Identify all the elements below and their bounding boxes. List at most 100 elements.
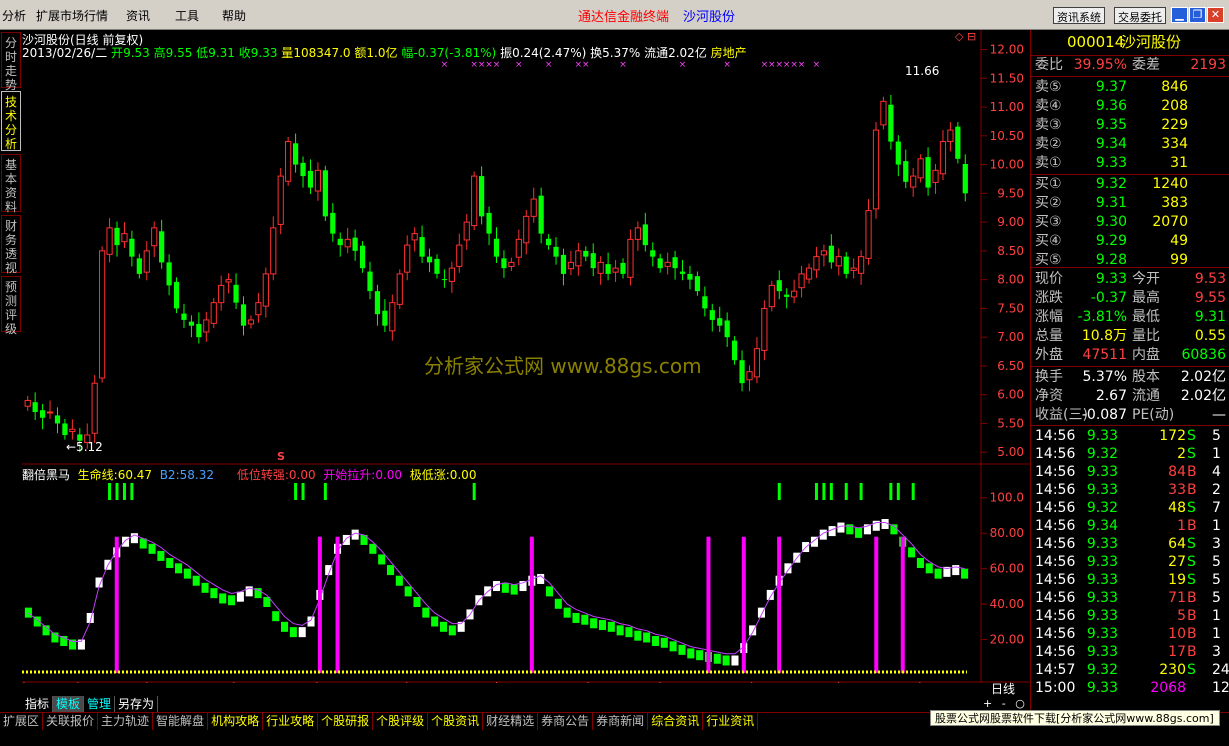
tick-price: 9.33 [1086,626,1118,642]
candle-body-down [493,238,500,257]
func-ext[interactable]: 扩展区 [0,713,44,730]
tab-forecast[interactable]: 预测评级 [1,276,21,336]
corner-icons[interactable]: ◇ ⊟ [955,30,976,43]
func-combined[interactable]: 综合资讯 [648,713,704,730]
candle-body-down [330,212,336,234]
book-row-buy[interactable]: 买② 9.31 383 [1031,194,1229,213]
turn-label: 换 [590,46,603,60]
func-broker-notice[interactable]: 券商公告 [538,713,594,730]
menu-analysis[interactable]: 分析 [2,7,26,24]
tick-time: 14:56 [1035,518,1076,534]
func-news[interactable]: 个股资讯 [428,713,484,730]
func-industry[interactable]: 行业攻略 [263,713,319,730]
book-level-label: 卖③ [1035,117,1062,133]
zoom-in-icon[interactable]: + [983,697,992,710]
book-volume: 846 [1161,79,1188,95]
func-related[interactable]: 关联报价 [43,713,99,730]
book-row-sell[interactable]: 卖③ 9.35 229 [1031,116,1229,135]
tab-intraday[interactable]: 分时走势 [1,32,21,92]
period-label[interactable]: 日线 [991,680,1015,697]
func-broker-news[interactable]: 券商新闻 [593,713,649,730]
book-level-label: 卖④ [1035,98,1062,114]
chart-area[interactable]: 12.00 11.50 11.00 10.50 10.00 9.50 9.00 8.50 8.0… [22,30,1029,710]
close-icon[interactable]: ✕ [1207,7,1224,23]
lifeline-block [572,612,580,623]
stat-label: 涨跌 [1035,290,1063,306]
zoom-out-icon[interactable]: - [1002,697,1006,710]
candle-body-up [143,250,150,273]
price-tick-label: 6.00 [997,388,1024,402]
tab-indicator[interactable]: 指标 [22,696,54,712]
stat-row: 涨幅 -3.81% 最低 9.31 [1031,308,1229,327]
book-row-sell[interactable]: 卖② 9.34 334 [1031,135,1229,154]
book-row-sell[interactable]: 卖① 9.33 31 [1031,154,1229,173]
info-system-button[interactable]: 资讯系统 [1053,7,1105,24]
menu-ext-market[interactable]: 扩展市场行情 [36,7,108,24]
high-label: 高 [153,46,166,60]
candle-body-down [54,415,61,424]
tick-row: 14:56 9.33 71 B 5 [1031,589,1229,607]
stat-label: 量比 [1132,328,1160,344]
book-volume: 31 [1170,155,1188,171]
x-mark: × [723,60,731,70]
reset-icon[interactable]: ○ [1015,697,1025,710]
menu-help[interactable]: 帮助 [222,7,246,24]
menu-info[interactable]: 资讯 [126,7,150,24]
status-strip [0,731,1229,746]
book-row-sell[interactable]: 卖④ 9.36 208 [1031,97,1229,116]
x-mark: × [775,60,783,70]
func-research[interactable]: 个股研报 [318,713,374,730]
tab-financials[interactable]: 财务透视 [1,215,21,275]
zoom-controls[interactable]: + - ○ [983,697,1025,710]
book-volume: 2070 [1152,214,1188,230]
func-finance[interactable]: 财经精选 [483,713,539,730]
tick-count: 7 [1212,500,1221,516]
signal-bar [317,536,322,673]
candle-body-down [367,271,373,292]
x-mark: × [813,60,821,70]
candle-body-down [687,273,693,280]
restore-icon[interactable]: ❐ [1189,7,1206,23]
candle-body-up [753,348,761,378]
tab-save-as[interactable]: 另存为 [115,696,159,712]
tick-time: 14:56 [1035,428,1076,444]
func-inst[interactable]: 机构攻略 [208,713,264,730]
func-main-track[interactable]: 主力轨迹 [98,713,154,730]
func-industry-news[interactable]: 行业资讯 [703,713,759,730]
sector-label: 房地产 [710,46,747,60]
candle-body-up [515,238,522,258]
menu-tools[interactable]: 工具 [175,7,199,24]
lifeline-block [634,630,642,641]
min-rise-label: 极低涨: [409,468,450,482]
candle-body-up [270,227,277,275]
lifeline-block [687,648,695,659]
book-row-buy[interactable]: 买① 9.32 1240 [1031,175,1229,194]
book-row-buy[interactable]: 买③ 9.30 2070 [1031,213,1229,232]
candle-body-up [567,261,575,270]
tick-side: B [1187,644,1197,660]
tab-template[interactable]: 模板 [53,696,85,712]
stat-value: 0.55 [1194,328,1226,344]
lifeline-block [183,568,191,579]
candle-body-up [791,290,798,298]
stat-value: — [1212,407,1226,423]
price-tick-label: 7.00 [997,330,1024,344]
stat-label: 流通 [1132,388,1160,404]
func-smart[interactable]: 智能解盘 [153,713,209,730]
tab-fundamentals[interactable]: 基本资料 [1,154,21,214]
tab-manage[interactable]: 管理 [84,696,116,712]
book-row-buy[interactable]: 买④ 9.29 49 [1031,232,1229,251]
tick-volume: 5 [1177,608,1186,624]
tick-price: 9.33 [1086,482,1118,498]
lifeline-block [236,591,244,602]
chg-label: 幅 [401,46,414,60]
candle-body-down [679,271,686,274]
book-row-sell[interactable]: 卖⑤ 9.37 846 [1031,78,1229,97]
minimize-icon[interactable]: ▁ [1171,7,1188,23]
tick-count: 4 [1212,464,1221,480]
tab-technical[interactable]: 技术分析 [1,91,21,151]
func-rating[interactable]: 个股评级 [373,713,429,730]
trade-button[interactable]: 交易委托 [1114,7,1166,24]
x-mark: × [485,60,493,70]
ad-banner[interactable]: 股票公式网股票软件下载[分析家公式网www.88gs.com] [930,710,1220,726]
